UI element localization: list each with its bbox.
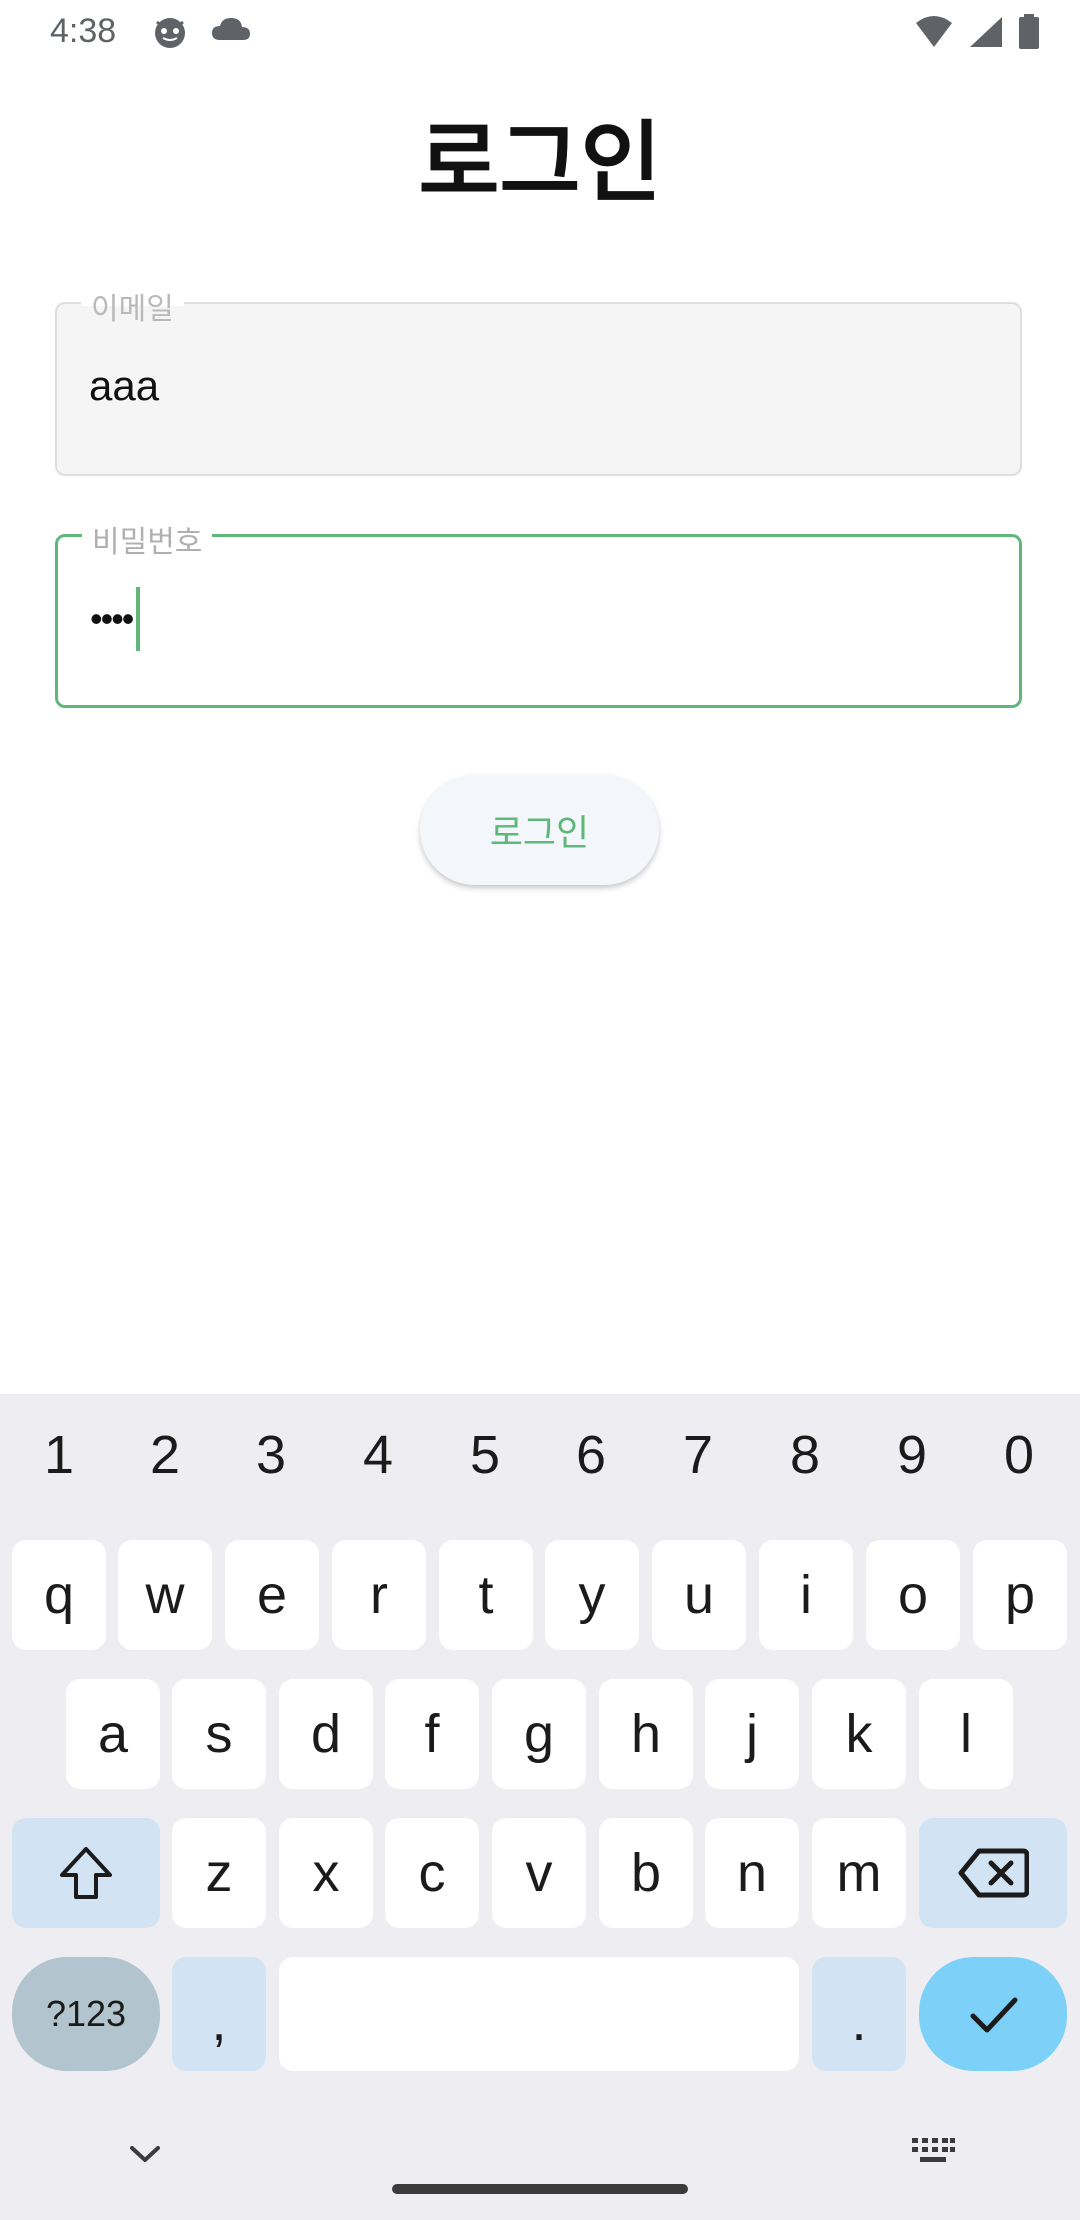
key-5[interactable]: 5	[445, 1424, 525, 1486]
key-e[interactable]: e	[225, 1540, 319, 1650]
key-n[interactable]: n	[705, 1818, 799, 1928]
comma-key[interactable]: ,	[172, 1957, 266, 2071]
text-cursor	[136, 587, 141, 651]
key-8[interactable]: 8	[765, 1424, 845, 1486]
cellular-signal-icon	[970, 17, 1002, 47]
login-button[interactable]: 로그인	[420, 775, 659, 885]
email-field[interactable]: 이메일 aaa	[55, 284, 1022, 476]
period-key[interactable]: .	[812, 1957, 906, 2071]
soft-keyboard: 1 2 3 4 5 6 7 8 9 0 q w e r t y u i o p …	[0, 1394, 1080, 2220]
key-i[interactable]: i	[759, 1540, 853, 1650]
key-v[interactable]: v	[492, 1818, 586, 1928]
checkmark-icon	[970, 1997, 1018, 2033]
enter-key[interactable]	[919, 1957, 1067, 2071]
password-field-value: ••••	[90, 598, 134, 639]
key-g[interactable]: g	[492, 1679, 586, 1789]
chevron-down-icon[interactable]	[128, 2142, 162, 2166]
email-field-value: aaa	[89, 362, 160, 409]
key-k[interactable]: k	[812, 1679, 906, 1789]
password-field[interactable]: 비밀번호 ••••	[55, 517, 1022, 708]
key-f[interactable]: f	[385, 1679, 479, 1789]
key-r[interactable]: r	[332, 1540, 426, 1650]
cloud-icon	[212, 18, 250, 40]
symbols-key[interactable]: ?123	[12, 1957, 160, 2071]
key-s[interactable]: s	[172, 1679, 266, 1789]
key-6[interactable]: 6	[551, 1424, 631, 1486]
key-p[interactable]: p	[973, 1540, 1067, 1650]
key-x[interactable]: x	[279, 1818, 373, 1928]
home-indicator[interactable]	[392, 2184, 688, 2194]
shift-arrow-icon	[60, 1847, 112, 1899]
key-7[interactable]: 7	[658, 1424, 738, 1486]
key-0[interactable]: 0	[979, 1424, 1059, 1486]
email-field-label: 이메일	[81, 284, 184, 328]
key-3[interactable]: 3	[231, 1424, 311, 1486]
key-b[interactable]: b	[599, 1818, 693, 1928]
key-z[interactable]: z	[172, 1818, 266, 1928]
key-2[interactable]: 2	[125, 1424, 205, 1486]
status-bar: 4:38	[0, 0, 1080, 64]
backspace-key[interactable]	[919, 1818, 1067, 1928]
key-1[interactable]: 1	[19, 1424, 99, 1486]
space-key[interactable]	[279, 1957, 799, 2071]
key-o[interactable]: o	[866, 1540, 960, 1650]
status-time: 4:38	[50, 12, 117, 50]
shift-key[interactable]	[12, 1818, 160, 1928]
face-icon	[155, 18, 185, 48]
key-a[interactable]: a	[66, 1679, 160, 1789]
key-u[interactable]: u	[652, 1540, 746, 1650]
keyboard-switch-icon[interactable]	[910, 2136, 956, 2168]
key-t[interactable]: t	[439, 1540, 533, 1650]
key-y[interactable]: y	[545, 1540, 639, 1650]
password-field-label: 비밀번호	[82, 517, 213, 561]
keyboard-navigation-bar	[0, 2110, 1080, 2220]
page-title: 로그인	[418, 111, 662, 214]
key-9[interactable]: 9	[872, 1424, 952, 1486]
key-c[interactable]: c	[385, 1818, 479, 1928]
key-h[interactable]: h	[599, 1679, 693, 1789]
backspace-icon	[958, 1848, 1029, 1898]
number-row: 1 2 3 4 5 6 7 8 9 0	[0, 1424, 1080, 1504]
key-4[interactable]: 4	[338, 1424, 418, 1486]
key-q[interactable]: q	[12, 1540, 106, 1650]
key-d[interactable]: d	[279, 1679, 373, 1789]
wifi-icon	[916, 16, 952, 47]
key-l[interactable]: l	[919, 1679, 1013, 1789]
battery-icon	[1019, 14, 1039, 49]
key-j[interactable]: j	[705, 1679, 799, 1789]
key-w[interactable]: w	[118, 1540, 212, 1650]
key-m[interactable]: m	[812, 1818, 906, 1928]
